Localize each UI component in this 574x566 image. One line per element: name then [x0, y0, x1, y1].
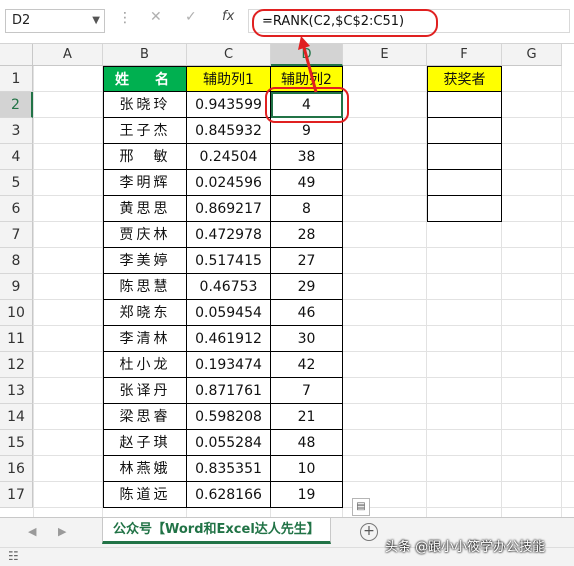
formula-highlight: =RANK(C2,$C$2:C51) [252, 9, 438, 37]
column-header-c[interactable]: C [187, 44, 271, 66]
cell-name[interactable]: 林燕娥 [103, 456, 187, 482]
prev-sheet-icon[interactable]: ◀ [28, 525, 36, 538]
cell-aux1[interactable]: 0.598208 [187, 404, 271, 430]
cell-header-winner[interactable]: 获奖者 [427, 66, 502, 92]
cell-aux2[interactable]: 19 [271, 482, 343, 508]
name-box-value: D2 [12, 13, 31, 28]
cell-name[interactable]: 陈道远 [103, 482, 187, 508]
cell-header-name[interactable]: 姓 名 [103, 66, 187, 92]
cell-name[interactable]: 贾庆林 [103, 222, 187, 248]
cell-name[interactable]: 郑晓东 [103, 300, 187, 326]
cell-winner[interactable] [427, 196, 502, 222]
cell-aux2[interactable]: 29 [271, 274, 343, 300]
gridline [33, 66, 34, 517]
cell-aux2[interactable]: 10 [271, 456, 343, 482]
cell-aux2[interactable]: 49 [271, 170, 343, 196]
row-header-6[interactable]: 6 [0, 196, 33, 222]
cell-aux1[interactable]: 0.869217 [187, 196, 271, 222]
cell-aux2[interactable]: 27 [271, 248, 343, 274]
check-icon[interactable]: ✓ [185, 9, 197, 25]
column-header-g[interactable]: G [502, 44, 562, 66]
cell-aux2[interactable]: 30 [271, 326, 343, 352]
accessibility-icon: ☷ [8, 549, 19, 563]
row-header-13[interactable]: 13 [0, 378, 33, 404]
sheet-tab[interactable]: 公众号【Word和Excel达人先生】 [102, 518, 331, 544]
cell-aux1[interactable]: 0.943599 [187, 92, 271, 118]
cell-winner[interactable] [427, 170, 502, 196]
cell-name[interactable]: 李清林 [103, 326, 187, 352]
cell-aux1[interactable]: 0.055284 [187, 430, 271, 456]
row-header-2[interactable]: 2 [0, 92, 33, 118]
cell-aux2[interactable]: 8 [271, 196, 343, 222]
cell-aux2[interactable]: 46 [271, 300, 343, 326]
row-header-3[interactable]: 3 [0, 118, 33, 144]
watermark: 头条 @跟小小筱学办公技能 [385, 540, 546, 555]
row-header-12[interactable]: 12 [0, 352, 33, 378]
cell-aux2[interactable]: 48 [271, 430, 343, 456]
cell-aux1[interactable]: 0.461912 [187, 326, 271, 352]
cell-name[interactable]: 陈思慧 [103, 274, 187, 300]
cell-aux1[interactable]: 0.193474 [187, 352, 271, 378]
cell-aux1[interactable]: 0.871761 [187, 378, 271, 404]
cell-aux1[interactable]: 0.835351 [187, 456, 271, 482]
cell-aux1[interactable]: 0.517415 [187, 248, 271, 274]
column-header-f[interactable]: F [427, 44, 502, 66]
row-header-9[interactable]: 9 [0, 274, 33, 300]
cell-winner[interactable] [427, 118, 502, 144]
quick-analysis-icon[interactable]: ▤ [352, 498, 370, 516]
name-box[interactable]: D2 ▼ [5, 9, 105, 33]
column-header-e[interactable]: E [343, 44, 427, 66]
cell-aux1[interactable]: 0.24504 [187, 144, 271, 170]
row-header-15[interactable]: 15 [0, 430, 33, 456]
cell-aux1[interactable]: 0.46753 [187, 274, 271, 300]
cell-aux1[interactable]: 0.628166 [187, 482, 271, 508]
cell-aux2[interactable]: 7 [271, 378, 343, 404]
cancel-icon[interactable]: ✕ [150, 9, 162, 25]
row-header-17[interactable]: 17 [0, 482, 33, 508]
cell-winner[interactable] [427, 144, 502, 170]
cell-name[interactable]: 赵子琪 [103, 430, 187, 456]
cell-aux2[interactable]: 42 [271, 352, 343, 378]
cell-aux1[interactable]: 0.845932 [187, 118, 271, 144]
cell-aux2[interactable]: 21 [271, 404, 343, 430]
row-header-1[interactable]: 1 [0, 66, 33, 92]
next-sheet-icon[interactable]: ▶ [58, 525, 66, 538]
row-header-10[interactable]: 10 [0, 300, 33, 326]
cell-winner[interactable] [427, 92, 502, 118]
cell-name[interactable]: 梁思睿 [103, 404, 187, 430]
row-header-4[interactable]: 4 [0, 144, 33, 170]
cell-name[interactable]: 张译丹 [103, 378, 187, 404]
formula-text: =RANK(C2,$C$2:C51) [262, 14, 405, 29]
row-header-11[interactable]: 11 [0, 326, 33, 352]
row-header-8[interactable]: 8 [0, 248, 33, 274]
more-icon: ⋮ [118, 10, 132, 26]
row-header-14[interactable]: 14 [0, 404, 33, 430]
function-icon[interactable]: fx [222, 9, 234, 24]
column-header-b[interactable]: B [103, 44, 187, 66]
annotation-arrow-icon [298, 36, 318, 93]
cell-name[interactable]: 李明辉 [103, 170, 187, 196]
row-header-7[interactable]: 7 [0, 222, 33, 248]
row-header-5[interactable]: 5 [0, 170, 33, 196]
cell-name[interactable]: 张晓玲 [103, 92, 187, 118]
gridline [561, 66, 562, 517]
cell-aux1[interactable]: 0.059454 [187, 300, 271, 326]
chevron-down-icon[interactable]: ▼ [92, 10, 100, 32]
select-all-corner[interactable] [0, 44, 33, 66]
column-header-a[interactable]: A [33, 44, 103, 66]
cell-name[interactable]: 李美婷 [103, 248, 187, 274]
add-sheet-icon[interactable]: + [360, 523, 378, 541]
cell-aux1[interactable]: 0.472978 [187, 222, 271, 248]
cell-name[interactable]: 王子杰 [103, 118, 187, 144]
cell-name[interactable]: 黄思思 [103, 196, 187, 222]
cell-name[interactable]: 杜小龙 [103, 352, 187, 378]
cell-aux2[interactable]: 28 [271, 222, 343, 248]
cell-aux2[interactable]: 38 [271, 144, 343, 170]
spreadsheet-grid[interactable]: ABCDEFG 1234567891011121314151617 姓 名辅助列… [0, 44, 574, 517]
cell-name[interactable]: 邢 敏 [103, 144, 187, 170]
formula-bar: D2 ▼ ⋮ ✕ ✓ fx =RANK(C2,$C$2:C51) [0, 0, 574, 44]
cell-header-aux1[interactable]: 辅助列1 [187, 66, 271, 92]
row-header-16[interactable]: 16 [0, 456, 33, 482]
cell-aux1[interactable]: 0.024596 [187, 170, 271, 196]
